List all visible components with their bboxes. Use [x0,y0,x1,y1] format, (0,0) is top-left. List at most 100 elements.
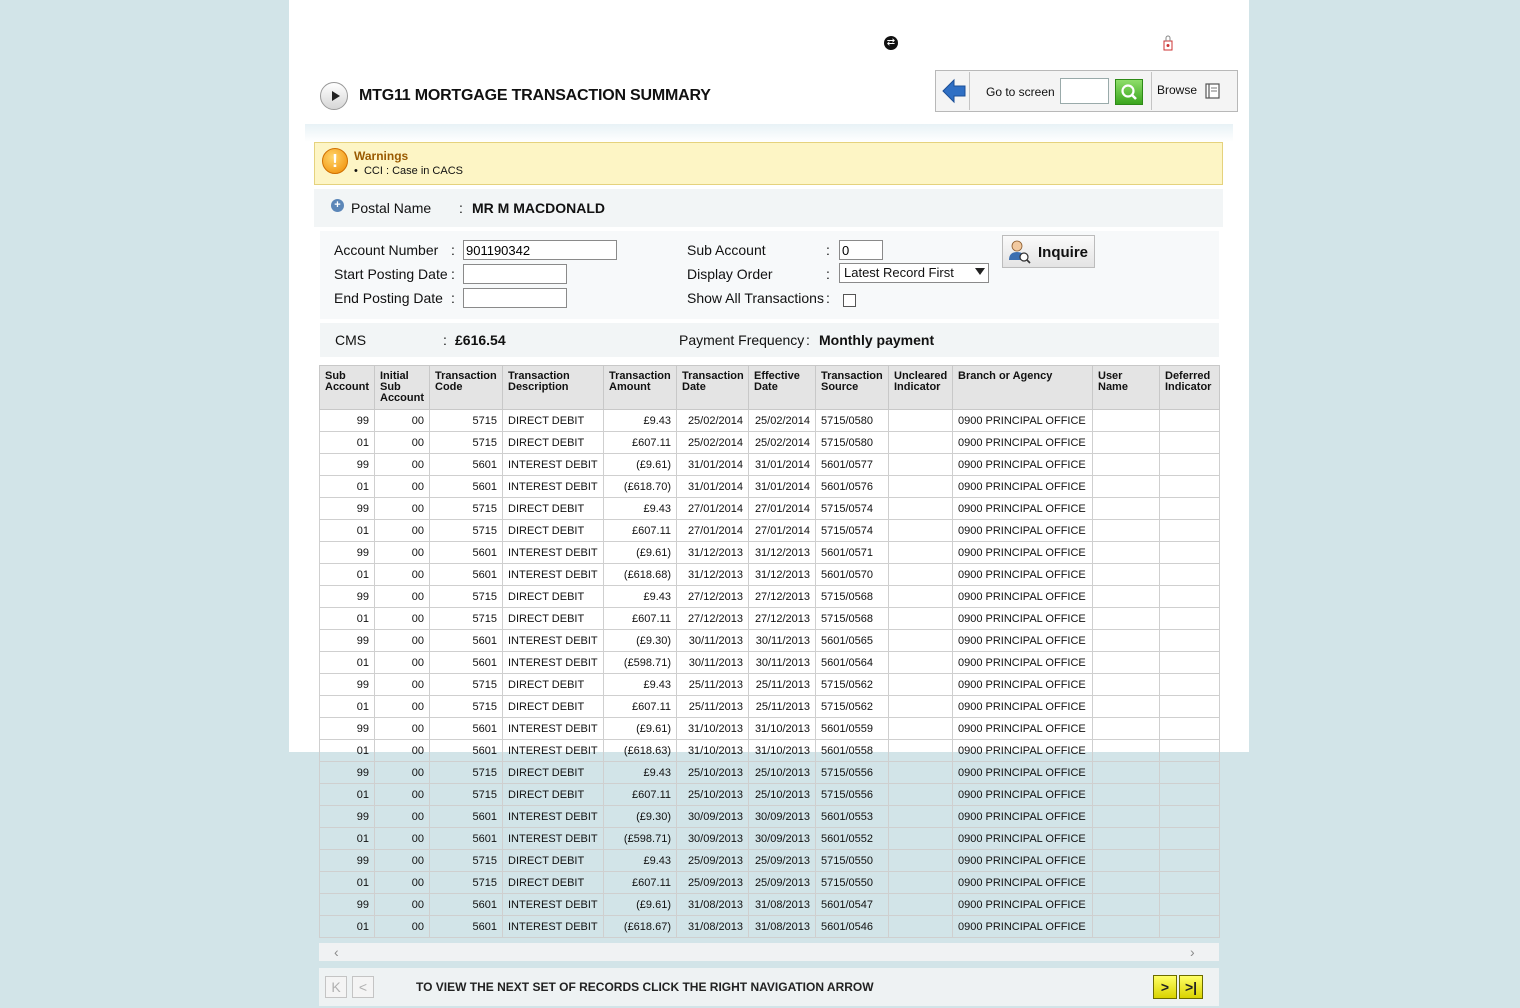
browse-button[interactable]: Browse [1157,83,1197,97]
column-header-user-name[interactable]: User Name [1092,365,1160,410]
table-row[interactable]: 01 00 5715 DIRECT DEBIT £607.11 25/10/2013 25/… [319,783,1220,806]
cell-initial-sub-account: 00 [374,585,430,608]
table-row[interactable]: 99 00 5715 DIRECT DEBIT £9.43 25/02/2014 25/02… [319,409,1220,432]
cell-transaction-date: 30/09/2013 [676,805,749,828]
cell-transaction-description: DIRECT DEBIT [502,497,604,520]
column-header-uncleared-indicator[interactable]: Uncleared Indicator [888,365,953,410]
cell-transaction-date: 31/08/2013 [676,893,749,916]
account-number-input[interactable] [463,240,617,260]
table-row[interactable]: 99 00 5601 INTEREST DEBIT (£9.61) 31/10/2013 3… [319,717,1220,740]
goto-search-button[interactable] [1115,79,1143,105]
cell-sub-account: 99 [319,409,375,432]
cell-initial-sub-account: 00 [374,497,430,520]
table-header-row: Sub Account Initial Sub Account Transact… [319,365,1220,410]
transactions-table: Sub Account Initial Sub Account Transact… [319,365,1220,938]
cell-transaction-date: 31/12/2013 [676,541,749,564]
end-posting-date-input[interactable] [463,288,567,308]
first-page-button[interactable]: K [325,976,347,998]
display-order-select[interactable]: Latest Record First [839,263,989,283]
cell-uncleared-indicator [888,651,953,674]
inquire-label[interactable]: Inquire [1038,244,1088,261]
table-row[interactable]: 01 00 5601 INTEREST DEBIT (£618.68) 31/12/201… [319,563,1220,586]
book-icon[interactable] [1204,82,1222,100]
postal-name-label: Postal Name [351,200,432,216]
table-row[interactable]: 99 00 5715 DIRECT DEBIT £9.43 25/09/2013 25/09… [319,849,1220,872]
cell-deferred-indicator [1159,497,1220,520]
cell-transaction-amount: (£618.67) [603,915,677,938]
cell-transaction-amount: £607.11 [603,783,677,806]
table-row[interactable]: 99 00 5601 INTEREST DEBIT (£9.30) 30/11/2013 3… [319,629,1220,652]
table-row[interactable]: 99 00 5715 DIRECT DEBIT £9.43 25/11/2013 25/11… [319,673,1220,696]
table-row[interactable]: 01 00 5715 DIRECT DEBIT £607.11 27/01/2014 27/… [319,519,1220,542]
table-row[interactable]: 99 00 5715 DIRECT DEBIT £9.43 27/12/2013 27/12… [319,585,1220,608]
column-header-transaction-code[interactable]: Transaction Code [429,365,503,410]
cell-transaction-code: 5715 [429,409,503,432]
next-page-button[interactable]: > [1153,975,1177,999]
table-row[interactable]: 01 00 5601 INTEREST DEBIT (£618.63) 31/10/201… [319,739,1220,762]
cell-transaction-date: 25/11/2013 [676,673,749,696]
table-row[interactable]: 01 00 5715 DIRECT DEBIT £607.11 25/11/2013 25/… [319,695,1220,718]
cell-user-name [1092,409,1160,432]
cell-transaction-code: 5715 [429,519,503,542]
table-row[interactable]: 99 00 5601 INTEREST DEBIT (£9.61) 31/08/2013 3… [319,893,1220,916]
cell-transaction-source: 5601/0547 [815,893,889,916]
cell-deferred-indicator [1159,651,1220,674]
table-row[interactable]: 01 00 5715 DIRECT DEBIT £607.11 27/12/2013 27/… [319,607,1220,630]
table-row[interactable]: 01 00 5601 INTEREST DEBIT (£618.67) 31/08/201… [319,915,1220,938]
back-arrow-icon [942,78,966,104]
table-row[interactable]: 01 00 5601 INTEREST DEBIT (£598.71) 30/09/201… [319,827,1220,850]
table-row[interactable]: 99 00 5601 INTEREST DEBIT (£9.30) 30/09/2013 3… [319,805,1220,828]
scroll-left-icon[interactable]: ‹ [334,944,339,960]
table-row[interactable]: 01 00 5601 INTEREST DEBIT (£598.71) 30/11/201… [319,651,1220,674]
table-row[interactable]: 01 00 5715 DIRECT DEBIT £607.11 25/02/2014 25/… [319,431,1220,454]
cell-transaction-description: DIRECT DEBIT [502,607,604,630]
column-header-transaction-date[interactable]: Transaction Date [676,365,749,410]
column-header-transaction-amount[interactable]: Transaction Amount [603,365,677,410]
screen-menu-button[interactable] [320,82,348,110]
column-header-deferred-indicator[interactable]: Deferred Indicator [1159,365,1220,410]
column-header-sub-account[interactable]: Sub Account [319,365,375,410]
table-row[interactable]: 99 00 5601 INTEREST DEBIT (£9.61) 31/12/2013 3… [319,541,1220,564]
lock-icon[interactable] [1163,35,1173,51]
cell-sub-account: 01 [319,475,375,498]
cell-transaction-source: 5601/0558 [815,739,889,762]
start-posting-date-input[interactable] [463,264,567,284]
goto-screen-input[interactable] [1060,78,1109,104]
cell-transaction-description: DIRECT DEBIT [502,585,604,608]
link-status-icon[interactable]: ⇄ [884,36,898,50]
search-icon [1121,84,1137,100]
sub-account-input[interactable] [839,240,883,260]
cell-user-name [1092,695,1160,718]
table-row[interactable]: 99 00 5601 INTEREST DEBIT (£9.61) 31/01/2014 3… [319,453,1220,476]
scroll-right-icon[interactable]: › [1190,944,1195,960]
column-header-effective-date[interactable]: Effective Date [748,365,816,410]
last-page-button[interactable]: >| [1179,975,1203,999]
cell-effective-date: 31/12/2013 [748,563,816,586]
cell-uncleared-indicator [888,453,953,476]
cell-initial-sub-account: 00 [374,695,430,718]
table-row[interactable]: 01 00 5601 INTEREST DEBIT (£618.70) 31/01/201… [319,475,1220,498]
horizontal-scrollbar[interactable] [319,943,1219,961]
cell-transaction-amount: £9.43 [603,409,677,432]
cell-uncleared-indicator [888,585,953,608]
cell-branch-or-agency: 0900 PRINCIPAL OFFICE [952,475,1093,498]
cell-uncleared-indicator [888,761,953,784]
expand-plus-icon[interactable]: + [331,199,344,212]
cell-uncleared-indicator [888,497,953,520]
table-row[interactable]: 01 00 5715 DIRECT DEBIT £607.11 25/09/2013 25/… [319,871,1220,894]
column-header-transaction-description[interactable]: Transaction Description [502,365,604,410]
cell-transaction-code: 5601 [429,915,503,938]
table-row[interactable]: 99 00 5715 DIRECT DEBIT £9.43 27/01/2014 27/01… [319,497,1220,520]
user-search-icon[interactable] [1007,238,1031,264]
cell-sub-account: 01 [319,739,375,762]
cell-initial-sub-account: 00 [374,673,430,696]
column-header-initial-sub-account[interactable]: Initial Sub Account [374,365,430,410]
column-header-branch-or-agency[interactable]: Branch or Agency [952,365,1093,410]
column-header-transaction-source[interactable]: Transaction Source [815,365,889,410]
previous-page-button[interactable]: < [352,976,374,998]
cell-transaction-amount: £607.11 [603,519,677,542]
table-row[interactable]: 99 00 5715 DIRECT DEBIT £9.43 25/10/2013 25/10… [319,761,1220,784]
cell-transaction-amount: £9.43 [603,585,677,608]
show-all-transactions-checkbox[interactable] [843,294,856,307]
back-button[interactable] [937,72,970,110]
